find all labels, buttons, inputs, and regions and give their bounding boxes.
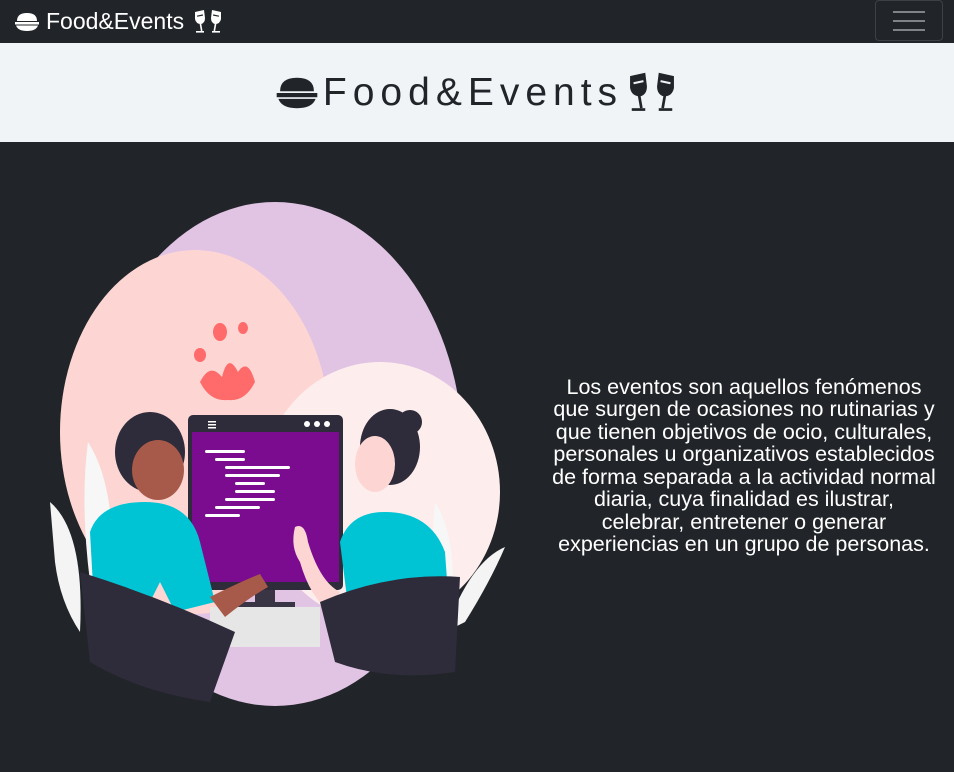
brand-text: Food&Events [46, 8, 185, 34]
toast-glasses-icon [195, 9, 222, 33]
food-bowl-icon [276, 77, 318, 108]
top-navbar: Food&Events [0, 0, 954, 43]
event-description: Los eventos son aquellos fenómenos que s… [552, 374, 936, 556]
two-people-coding-illustration [50, 202, 505, 706]
food-bowl-icon [15, 12, 39, 31]
navbar-brand[interactable]: Food&Events [14, 0, 224, 43]
hamburger-icon [893, 10, 925, 31]
toast-glasses-icon [630, 72, 674, 111]
page-title: Food&Events [322, 70, 624, 114]
navbar-toggler-button[interactable] [875, 0, 943, 41]
main-content: Los eventos son aquellos fenómenos que s… [0, 142, 954, 772]
hero-title-band: Food&Events [0, 43, 954, 142]
